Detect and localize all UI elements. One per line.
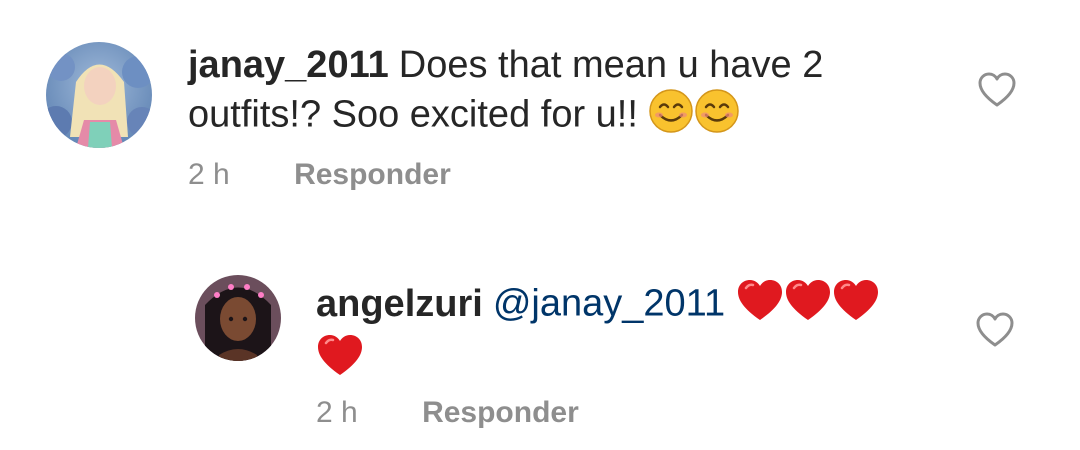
red-heart-icon bbox=[784, 278, 832, 333]
smiling-face-icon bbox=[694, 88, 740, 145]
red-heart-icon bbox=[832, 278, 880, 333]
comment-body: janay_2011 Does that mean u have 2 outfit… bbox=[188, 42, 948, 145]
smiling-face-icon bbox=[648, 88, 694, 145]
avatar-angelzuri[interactable] bbox=[195, 275, 281, 361]
comment-text-line1: Does that mean u have 2 bbox=[398, 44, 824, 86]
comment-text-line2: outfits!? Soo excited for u!! bbox=[188, 93, 638, 136]
comment-meta: 2 h Responder bbox=[188, 158, 451, 192]
red-heart-icon bbox=[316, 333, 364, 388]
comment-username[interactable]: janay_2011 bbox=[188, 44, 389, 86]
reply-meta: 2 h Responder bbox=[316, 396, 579, 430]
like-heart-icon[interactable] bbox=[976, 312, 1014, 353]
mention-link[interactable]: @janay_2011 bbox=[493, 283, 725, 325]
avatar-janay_2011[interactable] bbox=[46, 42, 152, 148]
comment-username[interactable]: angelzuri bbox=[316, 283, 483, 325]
like-heart-icon[interactable] bbox=[978, 72, 1016, 113]
reply-body: angelzuri @janay_2011 bbox=[316, 278, 936, 388]
comment-timestamp: 2 h bbox=[188, 158, 230, 191]
comment-timestamp: 2 h bbox=[316, 396, 358, 429]
red-heart-icon bbox=[736, 278, 784, 333]
reply-button[interactable]: Responder bbox=[294, 158, 451, 191]
reply-button[interactable]: Responder bbox=[422, 396, 579, 429]
